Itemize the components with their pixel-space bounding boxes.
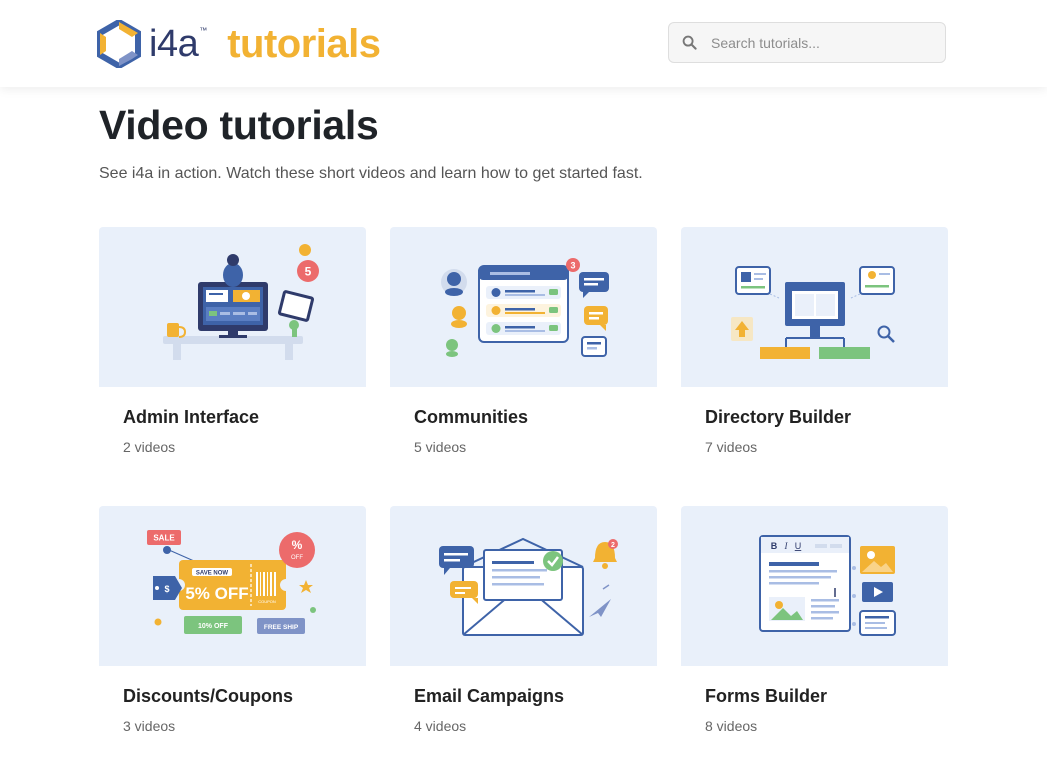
offer-text: 5% OFF (185, 584, 248, 603)
email-illustration: 2 (439, 537, 618, 636)
dollar-sign: $ (164, 584, 169, 594)
card-video-count: 7 videos (705, 439, 758, 455)
tutorial-card-forms-builder[interactable]: B I U Forms Builder 8 videos (681, 506, 948, 746)
card-illustration: 5 (99, 227, 366, 387)
card-illustration: 2 (390, 506, 657, 666)
card-title: Communities (414, 407, 529, 427)
logo-suffix: tutorials (227, 21, 381, 66)
card-title: Directory Builder (705, 407, 852, 427)
page-title: Video tutorials (99, 102, 379, 148)
tutorial-card-admin-interface[interactable]: 5 Admin Interface 2 videos (99, 227, 366, 467)
underline-button-glyph: U (795, 541, 802, 551)
card-title: Forms Builder (705, 686, 828, 706)
bold-button-glyph: B (771, 541, 778, 551)
card-video-count: 2 videos (123, 439, 176, 455)
notification-badge: 3 (570, 261, 575, 271)
tutorial-card-discounts-coupons[interactable]: SALE SAVE NOW 5% OFF COUPON % OFF $ 10% (99, 506, 366, 746)
card-video-count: 3 videos (123, 718, 176, 734)
card-video-count: 5 videos (414, 439, 467, 455)
tutorial-card-directory-builder[interactable]: Directory Builder 7 videos (681, 227, 948, 467)
tutorial-card-communities[interactable]: 3 Communities 5 videos (390, 227, 657, 467)
card-illustration: B I U (681, 506, 948, 666)
free-ship-label: FREE SHIP (264, 624, 299, 631)
save-now-label: SAVE NOW (196, 571, 229, 577)
card-video-count: 4 videos (414, 718, 467, 734)
i4a-logo-icon (97, 20, 141, 68)
card-video-count: 8 videos (705, 718, 758, 734)
search-input[interactable] (709, 33, 933, 52)
card-title: Admin Interface (123, 407, 260, 427)
ten-percent-label: 10% OFF (198, 623, 229, 630)
sale-tag: SALE (153, 534, 175, 543)
card-illustration: SALE SAVE NOW 5% OFF COUPON % OFF $ 10% (99, 506, 366, 666)
card-title: Email Campaigns (414, 686, 565, 706)
admin-desk-illustration: 5 (163, 244, 319, 360)
percent-sign: % (292, 538, 303, 552)
card-illustration (681, 227, 948, 387)
trademark-mark: ™ (199, 25, 208, 35)
notification-badge: 2 (611, 542, 615, 549)
directory-illustration (731, 266, 895, 359)
page-subtitle: See i4a in action. Watch these short vid… (99, 165, 643, 182)
card-title: Discounts/Coupons (123, 686, 293, 706)
communities-illustration: 3 (441, 258, 609, 357)
forms-illustration: B I U (759, 535, 896, 636)
site-header: i4a ™ tutorials (0, 0, 1047, 87)
barcode-code: COUPON (258, 599, 276, 604)
logo-wordmark: i4a (149, 22, 199, 65)
tutorial-card-email-campaigns[interactable]: 2 Email Campaigns 4 videos (390, 506, 657, 746)
off-label: OFF (291, 555, 303, 561)
search-box[interactable] (668, 22, 946, 63)
card-illustration: 3 (390, 227, 657, 387)
coupons-illustration: SALE SAVE NOW 5% OFF COUPON % OFF $ 10% (147, 530, 316, 634)
logo[interactable]: i4a ™ tutorials (97, 18, 381, 70)
notification-badge: 5 (305, 265, 312, 279)
search-icon (682, 35, 697, 50)
